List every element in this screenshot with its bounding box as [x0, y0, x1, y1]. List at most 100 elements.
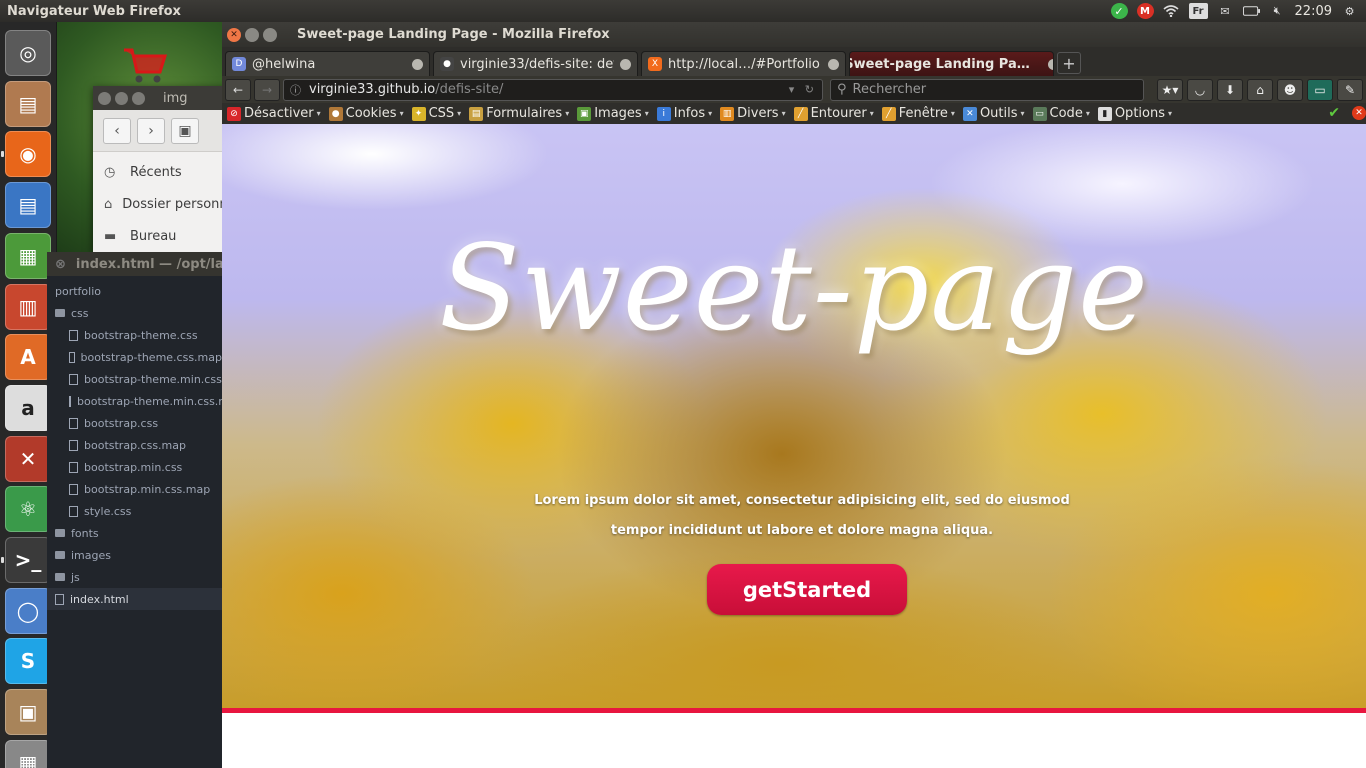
new-tab-button[interactable]: +: [1057, 52, 1081, 74]
webdev-menu-4[interactable]: ▣ Images ▾: [577, 106, 649, 121]
emoji-addon-icon[interactable]: ☻: [1277, 78, 1303, 101]
webdev-menu-7[interactable]: ╱ Entourer ▾: [793, 106, 874, 121]
launcher-dash-home-icon[interactable]: ◎: [5, 30, 51, 76]
validation-error-icon[interactable]: ✕: [1352, 106, 1366, 120]
keyboard-layout-indicator[interactable]: Fr: [1188, 3, 1208, 19]
tree-folder[interactable]: css: [47, 302, 222, 324]
clock[interactable]: 22:09: [1295, 4, 1332, 19]
dropdown-caret-icon: ▾: [1085, 109, 1090, 118]
webdev-menu-9[interactable]: ✕ Outils ▾: [962, 106, 1025, 121]
back-button[interactable]: ‹: [103, 117, 131, 144]
webdev-menu-10[interactable]: ▭ Code ▾: [1032, 106, 1090, 121]
maximize-window-button[interactable]: [263, 27, 277, 42]
tree-file[interactable]: bootstrap-theme.min.css: [47, 368, 222, 390]
launcher-libreoffice-impress-icon[interactable]: ▥: [5, 283, 51, 330]
site-info-icon[interactable]: ⓘ: [290, 82, 301, 98]
back-button[interactable]: ←: [225, 78, 251, 101]
launcher-terminal-icon[interactable]: >_: [5, 537, 51, 583]
launcher-chromium-icon[interactable]: ◯: [5, 587, 51, 634]
launcher-trash-icon[interactable]: ▦: [5, 739, 51, 768]
wifi-icon[interactable]: [1163, 3, 1180, 19]
tree-file[interactable]: bootstrap-theme.min.css.map: [47, 390, 222, 412]
mail-envelope-icon[interactable]: ✉: [1217, 3, 1234, 19]
webdev-menu-icon: ⊘: [227, 106, 241, 121]
tree-file[interactable]: bootstrap.min.css.map: [47, 478, 222, 500]
tree-file[interactable]: index.html: [47, 588, 222, 610]
running-indicator: [1, 151, 4, 158]
tab-close-icon[interactable]: [828, 58, 839, 70]
get-started-button[interactable]: getStarted: [707, 564, 907, 615]
launcher-files-icon[interactable]: ▤: [5, 80, 51, 127]
url-bar[interactable]: ⓘ virginie33.github.io/defis-site/ ▾ ↻: [283, 78, 823, 101]
launcher-atom-icon[interactable]: ⚛: [5, 486, 51, 533]
browser-tab[interactable]: ● virginie33/defis-site: def…: [433, 51, 638, 76]
pen-addon-icon[interactable]: ✎: [1337, 78, 1363, 101]
updates-check-icon[interactable]: ✓: [1110, 3, 1128, 19]
tab-close-icon[interactable]: [1047, 58, 1053, 70]
home-icon[interactable]: ⌂: [1247, 78, 1273, 101]
webdev-menu-0[interactable]: ⊘ Désactiver ▾: [227, 106, 321, 121]
launcher-archive-icon[interactable]: ▣: [5, 689, 51, 736]
webdev-menu-label: Code: [1049, 106, 1083, 121]
close-window-button[interactable]: ⊗: [55, 257, 66, 272]
sidebar-item-desktop[interactable]: ▬ Bureau: [93, 220, 233, 252]
tree-file[interactable]: bootstrap-theme.css.map: [47, 346, 222, 368]
tab-close-icon[interactable]: [620, 58, 631, 70]
reload-icon[interactable]: ▾ ↻: [789, 83, 814, 96]
tree-file[interactable]: bootstrap.css.map: [47, 434, 222, 456]
webdev-menu-11[interactable]: ▮ Options ▾: [1097, 106, 1172, 121]
webdev-menu-8[interactable]: ╱ Fenêtre ▾: [881, 106, 955, 121]
screen-addon-icon[interactable]: ▭: [1307, 78, 1333, 101]
tree-folder[interactable]: js: [47, 566, 222, 588]
battery-icon[interactable]: [1242, 3, 1260, 19]
launcher-libreoffice-writer-icon[interactable]: ▤: [5, 182, 51, 229]
sidebar-item-home[interactable]: ⌂ Dossier personnel: [93, 188, 239, 220]
path-bar-button[interactable]: ▣: [171, 117, 199, 144]
search-input[interactable]: ⚲ Rechercher: [830, 78, 1144, 101]
volume-muted-icon[interactable]: 🔇︎: [1269, 3, 1286, 19]
webdev-menu-1[interactable]: ● Cookies ▾: [328, 106, 404, 121]
session-gear-icon[interactable]: ⚙: [1341, 3, 1358, 19]
tab-close-icon[interactable]: [412, 58, 423, 70]
launcher-libreoffice-calc-icon[interactable]: ▦: [5, 232, 51, 279]
webdev-menu-6[interactable]: ▥ Divers ▾: [720, 106, 786, 121]
maximize-window-button[interactable]: [132, 91, 145, 105]
validation-ok-icon[interactable]: ✔: [1328, 105, 1340, 121]
shopping-cart-icon[interactable]: [122, 46, 170, 83]
forward-button[interactable]: →: [254, 78, 280, 101]
pocket-icon[interactable]: ◡: [1187, 78, 1213, 101]
launcher-software-center-icon[interactable]: A: [5, 334, 51, 381]
tree-folder[interactable]: images: [47, 544, 222, 566]
tree-file[interactable]: bootstrap-theme.css: [47, 324, 222, 346]
tree-file[interactable]: bootstrap.css: [47, 412, 222, 434]
launcher-firefox-icon[interactable]: ◉: [5, 131, 51, 178]
bookmark-star-icon[interactable]: ★▾: [1157, 78, 1183, 101]
close-window-button[interactable]: [98, 91, 111, 105]
tree-file[interactable]: bootstrap.min.css: [47, 456, 222, 478]
browser-tab[interactable]: Sweet-page Landing Pa…: [849, 51, 1054, 76]
launcher-skype-icon[interactable]: S: [5, 638, 51, 685]
webdev-menu-2[interactable]: ✦ CSS ▾: [411, 106, 461, 121]
webdev-menu-5[interactable]: i Infos ▾: [656, 106, 712, 121]
launcher-amazon-icon[interactable]: a: [5, 384, 51, 431]
tree-file[interactable]: style.css: [47, 500, 222, 522]
tab-favicon-icon: ●: [440, 57, 454, 71]
webdev-menu-label: Formulaires: [486, 106, 563, 121]
tree-folder[interactable]: portfolio: [47, 280, 222, 302]
minimize-window-button[interactable]: [115, 91, 128, 105]
webdev-menu-3[interactable]: ▤ Formulaires ▾: [469, 106, 569, 121]
browser-tab[interactable]: Xhttp://local…/#Portfolio: [641, 51, 846, 76]
mail-m-icon[interactable]: M: [1136, 3, 1154, 19]
downloads-icon[interactable]: ⬇: [1217, 78, 1243, 101]
tree-folder[interactable]: fonts: [47, 522, 222, 544]
browser-tab[interactable]: D @helwina: [225, 51, 430, 76]
folder-icon: [55, 309, 65, 317]
sidebar-item-recents[interactable]: ◷ Récents: [93, 156, 233, 188]
webdev-menu-label: CSS: [428, 106, 455, 121]
launcher-system-settings-icon[interactable]: ✕: [5, 435, 51, 482]
file-icon: [69, 505, 78, 517]
minimize-window-button[interactable]: [245, 27, 259, 42]
forward-button[interactable]: ›: [137, 117, 165, 144]
close-window-button[interactable]: ✕: [227, 27, 241, 42]
hero-text-line: tempor incididunt ut labore et dolore ma…: [610, 523, 994, 538]
